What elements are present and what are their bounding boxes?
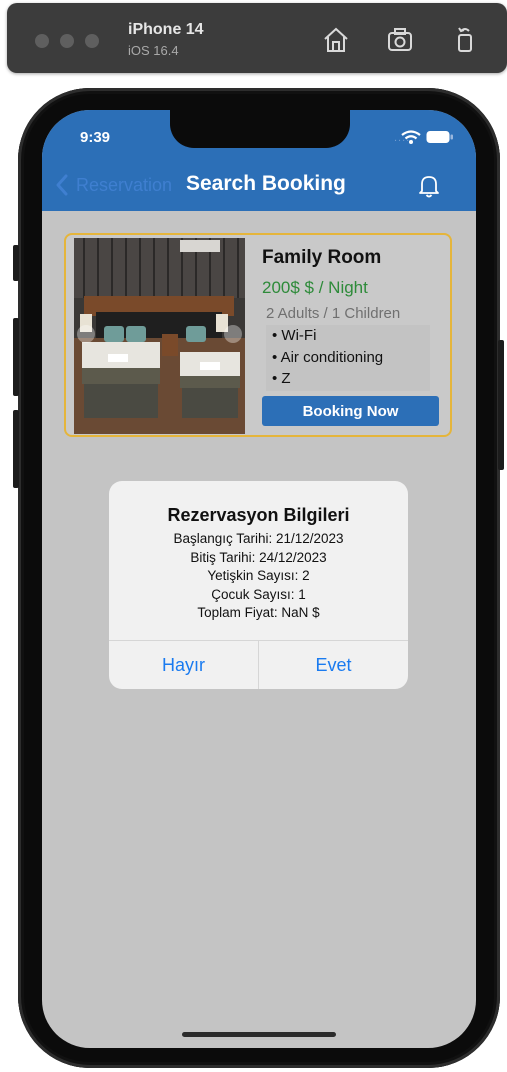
power-button [498,340,504,470]
bell-icon[interactable] [417,173,441,199]
alert-message: Başlangıç Tarihi: 21/12/2023 Bitiş Tarih… [109,530,408,623]
wifi-icon [401,130,421,144]
volume-down-button [13,410,19,488]
alert-child-count: Çocuk Sayısı: 1 [211,586,306,602]
room-title: Family Room [262,247,382,268]
reservation-alert: Rezervasyon Bilgileri Başlangıç Tarihi: … [109,481,408,689]
room-price: 200$ $ / Night [262,278,368,297]
alert-end-date: Bitiş Tarihi: 24/12/2023 [190,549,327,565]
device-name: iPhone 14 [128,21,204,38]
phone-screen: 9:39 ..... Reservation Search Booking Fa… [42,110,476,1048]
status-time: 9:39 [80,129,111,146]
room-photo [74,238,245,434]
screenshot-icon[interactable] [385,25,415,55]
room-occupancy: 2 Adults / 1 Children [266,305,401,322]
simulator-toolbar: iPhone 14 iOS 16.4 [7,3,507,73]
battery-icon [426,131,453,143]
alert-total-price: Toplam Fiyat: NaN $ [197,605,320,620]
silent-switch [13,245,19,281]
booking-now-button[interactable]: Booking Now [262,396,439,426]
notch [170,110,350,148]
list-item: • Air conditioning [272,348,384,366]
alert-adult-count: Yetişkin Sayısı: 2 [207,568,310,583]
page-title: Search Booking [186,172,346,195]
alert-cancel-button[interactable]: Hayır [109,641,258,689]
back-button-label[interactable]: Reservation [76,175,172,196]
alert-start-date: Başlangıç Tarihi: 21/12/2023 [173,531,344,546]
window-close-button[interactable] [35,34,49,48]
alert-confirm-button[interactable]: Evet [259,641,408,689]
home-icon[interactable] [321,25,351,55]
room-card: Family Room 200$ $ / Night 2 Adults / 1 … [64,233,452,437]
alert-title: Rezervasyon Bilgileri [167,505,350,525]
window-zoom-button[interactable] [85,34,99,48]
home-indicator[interactable] [182,1032,336,1037]
window-minimize-button[interactable] [60,34,74,48]
list-item: • Z [272,370,291,387]
rotate-icon[interactable] [451,25,481,55]
list-item: • Wi-Fi [272,327,317,344]
os-version: iOS 16.4 [128,43,179,58]
back-chevron-icon[interactable] [54,174,70,196]
volume-up-button [13,318,19,396]
amenities-list: • Wi-Fi • Air conditioning • Z [266,325,430,391]
